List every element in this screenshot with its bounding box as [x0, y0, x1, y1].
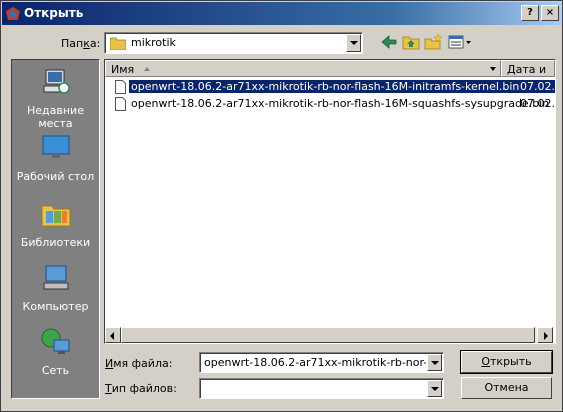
place-label: Недавние места	[27, 104, 84, 130]
title-bar[interactable]: Открыть ? ×	[2, 2, 561, 25]
file-name: openwrt-18.06.2-ar71xx-mikrotik-rb-nor-f…	[131, 97, 550, 110]
file-icon	[115, 80, 126, 94]
filename-dropdown-button[interactable]	[427, 354, 442, 371]
network-icon	[41, 328, 69, 354]
column-header-date[interactable]: Дата и	[501, 60, 555, 77]
libraries-icon	[41, 205, 70, 227]
lookin-dropdown-button[interactable]	[346, 34, 361, 52]
place-label: Библиотеки	[20, 236, 91, 249]
cancel-button[interactable]: Отмена	[461, 377, 552, 399]
place-network[interactable]: Сеть	[12, 326, 99, 377]
column-dropdown-icon[interactable]	[490, 67, 496, 71]
place-computer[interactable]: Компьютер	[12, 262, 99, 313]
scroll-thumb[interactable]	[121, 327, 535, 343]
app-icon	[6, 7, 20, 20]
place-label: Компьютер	[22, 300, 89, 313]
filetype-label: Тип файлов:	[105, 382, 177, 395]
filename-label: Имя файла:	[105, 357, 173, 370]
filetype-dropdown-button[interactable]	[427, 380, 442, 397]
lookin-folder-name: mikrotik	[131, 36, 176, 49]
scroll-right-button[interactable]	[537, 327, 553, 343]
view-menu-icon[interactable]	[448, 34, 472, 50]
open-file-dialog: Открыть ? × Папка: mikrotik Недавние мес…	[0, 0, 563, 412]
filename-input[interactable]: openwrt-18.06.2-ar71xx-mikrotik-rb-nor-f…	[204, 356, 426, 369]
place-label: Сеть	[41, 364, 70, 377]
places-bar: Недавние места Рабочий стол Библиотеки К…	[11, 59, 100, 399]
filename-combo[interactable]: openwrt-18.06.2-ar71xx-mikrotik-rb-nor-f…	[199, 352, 444, 373]
horizontal-scrollbar[interactable]	[105, 327, 553, 343]
file-name: openwrt-18.06.2-ar71xx-mikrotik-rb-nor-f…	[127, 79, 523, 94]
open-button[interactable]: Открыть	[460, 350, 553, 374]
new-folder-icon[interactable]	[424, 34, 442, 50]
computer-icon	[43, 265, 68, 290]
desktop-icon	[42, 135, 69, 158]
filetype-combo[interactable]	[199, 378, 444, 399]
back-arrow-icon[interactable]	[380, 34, 398, 50]
sort-ascending-icon	[144, 67, 150, 71]
file-list[interactable]: Имя Дата и openwrt-18.06.2-ar71xx-mikrot…	[104, 59, 556, 344]
file-date: 07.02.2	[520, 80, 555, 93]
window-title: Открыть	[24, 6, 84, 20]
close-button[interactable]: ×	[541, 5, 559, 21]
lookin-combo[interactable]: mikrotik	[104, 32, 363, 54]
file-row[interactable]: openwrt-18.06.2-ar71xx-mikrotik-rb-nor-f…	[107, 96, 555, 112]
up-folder-icon[interactable]	[402, 34, 420, 50]
folder-icon	[110, 37, 126, 50]
scroll-left-button[interactable]	[105, 327, 121, 343]
help-button[interactable]: ?	[521, 5, 539, 21]
lookin-label: Папка:	[61, 37, 101, 50]
place-libraries[interactable]: Библиотеки	[12, 198, 99, 249]
recent-places-icon	[43, 69, 70, 94]
file-row[interactable]: openwrt-18.06.2-ar71xx-mikrotik-rb-nor-f…	[107, 79, 555, 95]
place-desktop[interactable]: Рабочий стол	[12, 132, 99, 183]
file-icon	[115, 97, 126, 111]
column-header-name[interactable]: Имя	[105, 60, 501, 77]
place-recent[interactable]: Недавние места	[12, 66, 99, 130]
file-date: 07.02.2	[520, 97, 555, 110]
place-label: Рабочий стол	[16, 170, 95, 183]
